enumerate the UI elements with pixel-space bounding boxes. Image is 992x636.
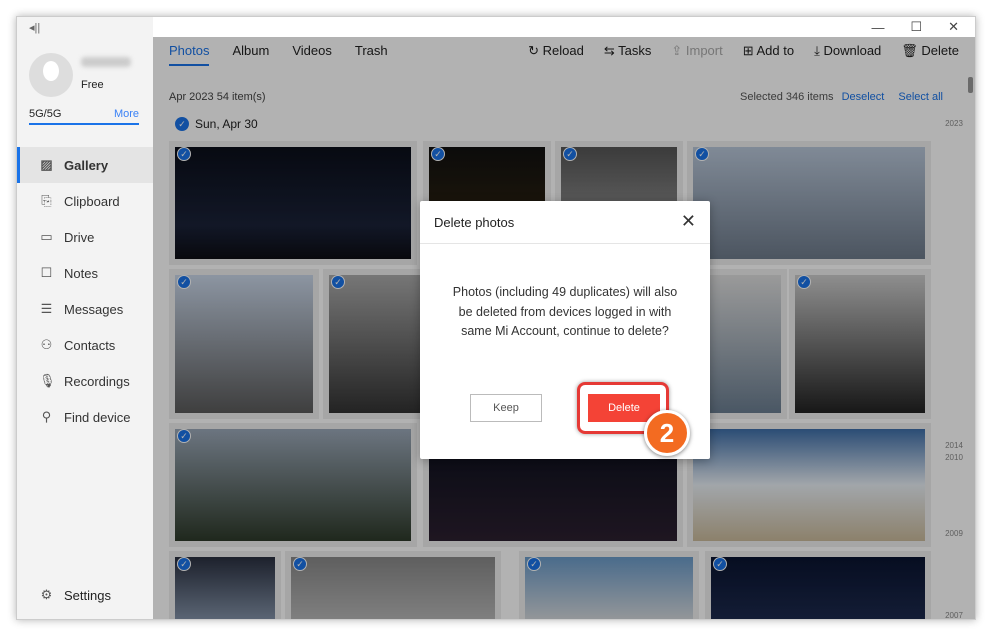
username-blurred: [81, 57, 131, 67]
label: Find device: [64, 409, 131, 425]
message-icon: ☰: [40, 301, 53, 316]
maximize-button[interactable]: ☐: [910, 19, 922, 35]
sidebar-item-clipboard[interactable]: ⎘ Clipboard: [17, 183, 153, 219]
plan-label: Free: [81, 79, 104, 91]
label: Messages: [64, 301, 124, 317]
dialog-title: Delete photos: [434, 215, 515, 230]
sidebar-nav: ▨ Gallery ⎘ Clipboard ▭ Drive ☐ Notes ☰ Messa…: [17, 147, 153, 435]
label: Drive: [64, 229, 95, 245]
sidebar: ◂|| Free 5G/5G More ▨ Gallery ⎘ Clipboard ▭…: [17, 17, 153, 619]
sidebar-item-messages[interactable]: ☰ Messages: [17, 291, 153, 327]
app-window: ◂|| Free 5G/5G More ▨ Gallery ⎘ Clipboard ▭…: [16, 16, 976, 620]
location-icon: ⚲: [41, 409, 52, 424]
close-window-button[interactable]: ✕: [948, 19, 959, 35]
label: Gallery: [64, 157, 109, 173]
sidebar-item-notes[interactable]: ☐ Notes: [17, 255, 153, 291]
sidebar-item-contacts[interactable]: ⚇ Contacts: [17, 327, 153, 363]
storage-info: 5G/5G More: [29, 108, 139, 120]
more-link[interactable]: More: [114, 108, 139, 120]
collapse-sidebar-icon[interactable]: ◂||: [29, 21, 40, 34]
label: Settings: [64, 587, 111, 603]
step-badge: 2: [644, 410, 690, 456]
gear-icon: ⚙: [40, 587, 53, 602]
label: Clipboard: [64, 193, 120, 209]
minimize-button[interactable]: —: [871, 20, 884, 35]
label: Recordings: [64, 373, 130, 389]
mic-icon: 🎙︎: [39, 373, 56, 388]
titlebar: — ☐ ✕: [153, 17, 975, 37]
label: Notes: [64, 265, 98, 281]
close-icon[interactable]: ✕: [681, 211, 696, 232]
sidebar-item-gallery[interactable]: ▨ Gallery: [17, 147, 153, 183]
sidebar-item-drive[interactable]: ▭ Drive: [17, 219, 153, 255]
avatar[interactable]: [29, 53, 73, 97]
dialog-message: Photos (including 49 duplicates) will al…: [452, 285, 678, 338]
image-icon: ▨: [40, 157, 53, 172]
sidebar-item-recordings[interactable]: 🎙︎ Recordings: [17, 363, 153, 399]
keep-button[interactable]: Keep: [470, 394, 542, 422]
settings-button[interactable]: ⚙ Settings: [39, 587, 111, 603]
sidebar-item-find-device[interactable]: ⚲ Find device: [17, 399, 153, 435]
storage-text: 5G/5G: [29, 108, 62, 120]
label: Contacts: [64, 337, 116, 353]
person-icon: ⚇: [40, 337, 53, 352]
divider: [420, 243, 710, 244]
folder-icon: ▭: [40, 229, 53, 244]
clipboard-icon: ⎘: [41, 193, 52, 208]
note-icon: ☐: [40, 265, 53, 280]
storage-bar: [29, 123, 139, 125]
